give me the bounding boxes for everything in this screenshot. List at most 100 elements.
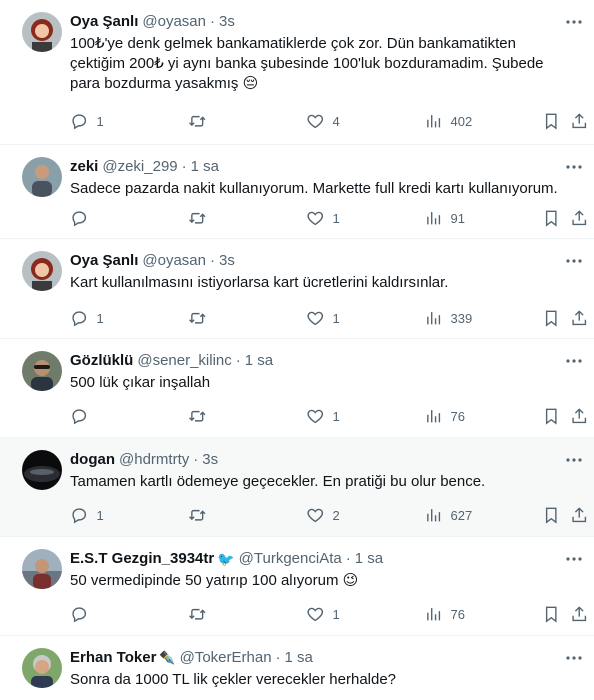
- more-options-icon[interactable]: [564, 452, 584, 468]
- author-handle[interactable]: @oyasan: [142, 12, 206, 32]
- reply-button[interactable]: [70, 604, 97, 624]
- heart-icon: [307, 607, 324, 621]
- like-button[interactable]: 4: [306, 111, 340, 131]
- author-name[interactable]: Erhan Toker: [70, 648, 156, 668]
- like-count: 1: [332, 310, 340, 326]
- tweet-text: Kart kullanılmasını istiyorlarsa kart üc…: [70, 274, 449, 291]
- author-handle[interactable]: @TokerErhan: [180, 648, 272, 668]
- timestamp[interactable]: 3s: [219, 12, 235, 32]
- retweet-icon: [189, 115, 206, 127]
- views-button[interactable]: 91: [424, 208, 465, 228]
- reply-icon: [72, 114, 87, 130]
- more-options-icon[interactable]: [564, 353, 584, 369]
- retweet-icon: [189, 509, 206, 521]
- author-handle[interactable]: @oyasan: [142, 251, 206, 271]
- avatar[interactable]: [22, 351, 62, 391]
- reply-button[interactable]: 1: [70, 308, 104, 328]
- author-name[interactable]: Gözlüklü: [70, 351, 133, 371]
- author-name[interactable]: zeki: [70, 157, 98, 177]
- tweet[interactable]: zeki @zeki_299 · 1 sa Sadece pazarda nak…: [0, 145, 594, 239]
- timestamp[interactable]: 3s: [202, 450, 218, 470]
- retweet-button[interactable]: [188, 308, 215, 328]
- more-options-icon[interactable]: [564, 14, 584, 30]
- views-button[interactable]: 339: [424, 308, 472, 328]
- retweet-icon: [189, 312, 206, 324]
- like-button[interactable]: 1: [306, 308, 340, 328]
- avatar[interactable]: [22, 12, 62, 52]
- share-icon: [572, 113, 587, 128]
- author-handle[interactable]: @zeki_299: [102, 157, 177, 177]
- bookmark-icon: [545, 606, 557, 623]
- bird-emoji-icon: 🐦: [217, 551, 235, 567]
- separator-dot: ·: [235, 352, 241, 369]
- retweet-button[interactable]: [188, 111, 215, 131]
- like-button[interactable]: 2: [306, 505, 340, 525]
- tweet[interactable]: E.S.T Gezgin_3934tr 🐦 @TurkgenciAta · 1 …: [0, 537, 594, 636]
- share-icon: [572, 210, 587, 225]
- author-name[interactable]: E.S.T Gezgin_3934tr: [70, 549, 214, 569]
- timestamp[interactable]: 1 sa: [191, 157, 219, 177]
- views-button[interactable]: 627: [424, 505, 472, 525]
- author-name[interactable]: Oya Şanlı: [70, 12, 138, 32]
- tweet-text: Sadece pazarda nakit kullanıyorum. Marke…: [70, 180, 558, 197]
- more-options-icon[interactable]: [564, 650, 584, 666]
- reply-count: 1: [96, 507, 104, 523]
- action-bar: 1 1 339: [70, 299, 587, 339]
- retweet-button[interactable]: [188, 208, 215, 228]
- avatar[interactable]: [22, 450, 62, 490]
- like-button[interactable]: 1: [306, 208, 340, 228]
- timestamp[interactable]: 1 sa: [355, 549, 383, 569]
- avatar[interactable]: [22, 648, 62, 688]
- tweet[interactable]: Erhan Toker ✒️ @TokerErhan · 1 sa Sonra …: [0, 636, 594, 700]
- tweet[interactable]: Gözlüklü @sener_kilinc · 1 sa 500 lük çı…: [0, 339, 594, 438]
- author-handle[interactable]: @sener_kilinc: [137, 351, 231, 371]
- retweet-button[interactable]: [188, 505, 215, 525]
- author-handle[interactable]: @TurkgenciAta: [239, 549, 342, 569]
- retweet-button[interactable]: [188, 406, 215, 426]
- author-name[interactable]: Oya Şanlı: [70, 251, 138, 271]
- share-button[interactable]: [570, 308, 589, 328]
- timestamp[interactable]: 1 sa: [245, 351, 273, 371]
- timestamp[interactable]: 3s: [219, 251, 235, 271]
- views-button[interactable]: 76: [424, 604, 465, 624]
- heart-icon: [307, 211, 324, 225]
- tweet[interactable]: Oya Şanlı @oyasan · 3s Kart kullanılması…: [0, 239, 594, 339]
- avatar[interactable]: [22, 549, 62, 589]
- tweet-text: 50 vermedipinde 50 yatırıp 100 alıyorum …: [70, 572, 359, 589]
- bookmark-button[interactable]: [542, 406, 561, 426]
- like-button[interactable]: 1: [306, 604, 340, 624]
- like-button[interactable]: 1: [306, 406, 340, 426]
- bookmark-button[interactable]: [542, 505, 561, 525]
- share-button[interactable]: [570, 604, 589, 624]
- tweet[interactable]: dogan @hdrmtrty · 3s Tamamen kartlı ödem…: [0, 438, 594, 537]
- reply-button[interactable]: 1: [70, 111, 104, 131]
- reply-button[interactable]: [70, 208, 97, 228]
- retweet-button[interactable]: [188, 604, 215, 624]
- pen-emoji-icon: ✒️: [159, 650, 176, 665]
- share-button[interactable]: [570, 406, 589, 426]
- bookmark-button[interactable]: [542, 308, 561, 328]
- author-name[interactable]: dogan: [70, 450, 115, 470]
- reply-icon: [72, 409, 87, 425]
- views-button[interactable]: 76: [424, 406, 465, 426]
- timestamp[interactable]: 1 sa: [285, 648, 313, 668]
- reply-button[interactable]: [70, 406, 97, 426]
- share-button[interactable]: [570, 505, 589, 525]
- more-options-icon[interactable]: [564, 551, 584, 567]
- avatar[interactable]: [22, 157, 62, 197]
- tweet-text: Sonra da 1000 TL lik çekler verecekler h…: [70, 671, 397, 688]
- author-handle[interactable]: @hdrmtrty: [119, 450, 189, 470]
- views-button[interactable]: 402: [424, 111, 472, 131]
- share-button[interactable]: [570, 111, 589, 131]
- more-options-icon[interactable]: [564, 159, 584, 175]
- bookmark-button[interactable]: [542, 208, 561, 228]
- views-count: 339: [450, 310, 473, 326]
- bookmark-button[interactable]: [542, 111, 561, 131]
- more-options-icon[interactable]: [564, 253, 584, 269]
- bookmark-button[interactable]: [542, 604, 561, 624]
- avatar[interactable]: [22, 251, 62, 291]
- tweet[interactable]: Oya Şanlı @oyasan · 3s 100₺'ye denk gelm…: [0, 0, 594, 145]
- reply-button[interactable]: 1: [70, 505, 104, 525]
- reply-icon: [72, 607, 87, 623]
- share-button[interactable]: [570, 208, 589, 228]
